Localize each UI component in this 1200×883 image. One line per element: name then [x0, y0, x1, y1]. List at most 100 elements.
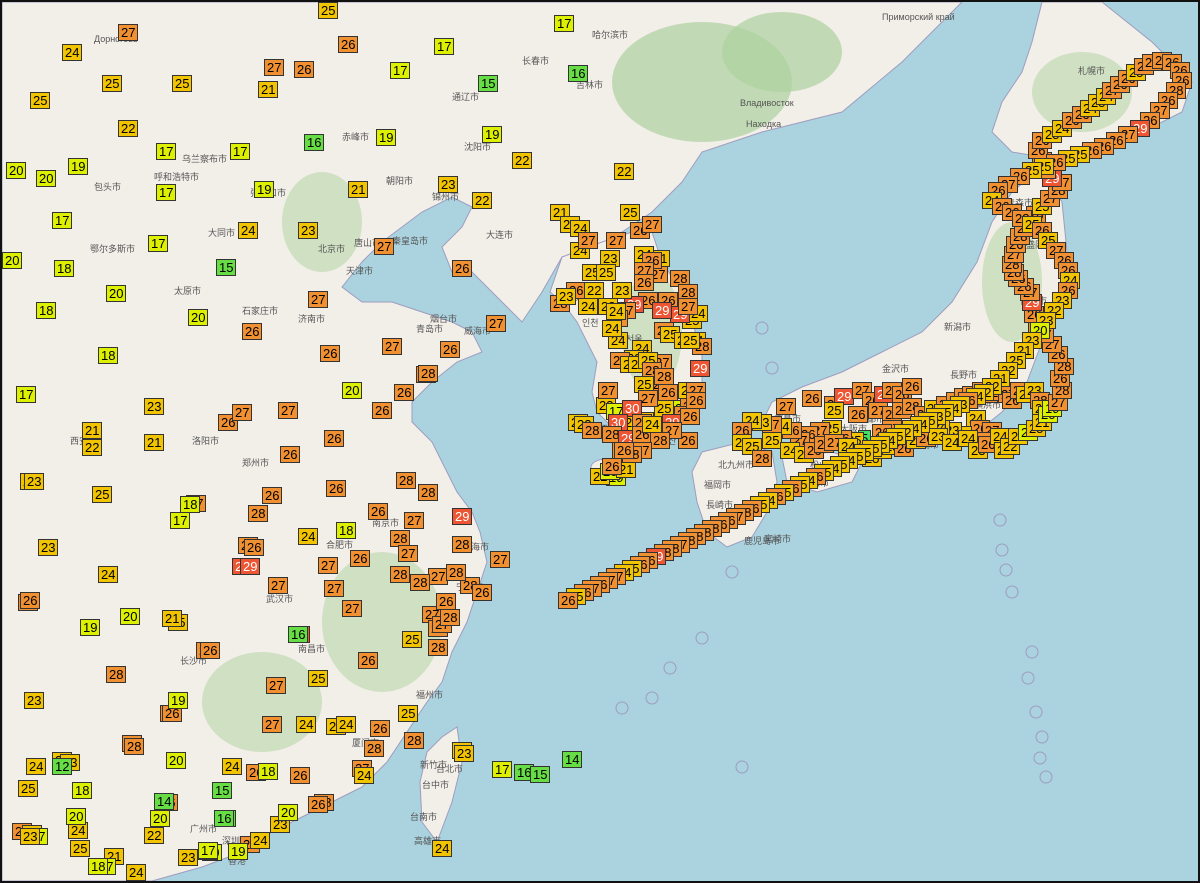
temperature-marker[interactable]: 17: [434, 38, 455, 55]
temperature-marker[interactable]: 19: [80, 619, 101, 636]
temperature-marker[interactable]: 27: [606, 232, 627, 249]
temperature-marker[interactable]: 27: [398, 545, 419, 562]
temperature-marker[interactable]: 24: [126, 864, 147, 881]
temperature-marker[interactable]: 25: [30, 92, 51, 109]
temperature-marker[interactable]: 21: [82, 422, 103, 439]
temperature-marker[interactable]: 26: [372, 402, 393, 419]
temperature-marker[interactable]: 26: [338, 36, 359, 53]
temperature-marker[interactable]: 28: [396, 472, 417, 489]
temperature-marker[interactable]: 23: [38, 539, 59, 556]
temperature-marker[interactable]: 19: [68, 158, 89, 175]
temperature-marker[interactable]: 27: [264, 59, 285, 76]
temperature-marker[interactable]: 26: [802, 390, 823, 407]
temperature-marker[interactable]: 27: [308, 291, 329, 308]
temperature-marker[interactable]: 25: [402, 631, 423, 648]
temperature-marker[interactable]: 26: [326, 480, 347, 497]
temperature-marker[interactable]: 24: [578, 298, 599, 315]
temperature-marker[interactable]: 27: [382, 338, 403, 355]
temperature-marker[interactable]: 20: [66, 808, 87, 825]
temperature-marker[interactable]: 20: [2, 252, 23, 269]
temperature-marker[interactable]: 27: [642, 216, 663, 233]
temperature-marker[interactable]: 28: [650, 432, 671, 449]
temperature-marker[interactable]: 15: [478, 75, 499, 92]
temperature-marker[interactable]: 23: [144, 398, 165, 415]
temperature-marker[interactable]: 26: [394, 384, 415, 401]
temperature-marker[interactable]: 24: [296, 716, 317, 733]
temperature-marker[interactable]: 29: [690, 360, 711, 377]
temperature-marker[interactable]: 27: [578, 232, 599, 249]
temperature-marker[interactable]: 28: [752, 450, 773, 467]
temperature-marker[interactable]: 27: [342, 600, 363, 617]
temperature-marker[interactable]: 29: [652, 302, 673, 319]
temperature-marker[interactable]: 15: [530, 766, 551, 783]
temperature-marker[interactable]: 27: [324, 580, 345, 597]
temperature-marker[interactable]: 17: [16, 386, 37, 403]
temperature-marker[interactable]: 28: [446, 564, 467, 581]
temperature-marker[interactable]: 26: [320, 345, 341, 362]
temperature-marker[interactable]: 20: [120, 608, 141, 625]
temperature-marker[interactable]: 26: [558, 592, 579, 609]
temperature-marker[interactable]: 28: [404, 732, 425, 749]
temperature-marker[interactable]: 17: [156, 143, 177, 160]
temperature-marker[interactable]: 25: [308, 670, 329, 687]
temperature-marker[interactable]: 22: [512, 152, 533, 169]
temperature-marker[interactable]: 24: [98, 566, 119, 583]
temperature-marker[interactable]: 19: [376, 129, 397, 146]
temperature-marker[interactable]: 27: [374, 238, 395, 255]
temperature-marker[interactable]: 28: [452, 536, 473, 553]
temperature-marker[interactable]: 22: [82, 439, 103, 456]
temperature-marker[interactable]: 27: [266, 677, 287, 694]
temperature-marker[interactable]: 22: [614, 163, 635, 180]
temperature-marker[interactable]: 28: [390, 566, 411, 583]
temperature-marker[interactable]: 21: [144, 434, 165, 451]
temperature-marker[interactable]: 27: [278, 402, 299, 419]
temperature-marker[interactable]: 28: [106, 666, 127, 683]
temperature-marker[interactable]: 24: [62, 44, 83, 61]
temperature-marker[interactable]: 23: [24, 473, 45, 490]
temperature-marker[interactable]: 26: [658, 384, 679, 401]
temperature-marker[interactable]: 25: [398, 705, 419, 722]
temperature-marker[interactable]: 25: [596, 264, 617, 281]
weather-map[interactable]: Дорноговь乌兰察布市呼和浩特市包头市鄂尔多斯市大同市张家口市北京市天津市…: [0, 0, 1200, 883]
temperature-marker[interactable]: 28: [248, 505, 269, 522]
temperature-marker[interactable]: 25: [318, 2, 339, 19]
temperature-marker[interactable]: 23: [612, 282, 633, 299]
temperature-marker[interactable]: 14: [154, 793, 175, 810]
temperature-marker[interactable]: 27: [598, 382, 619, 399]
temperature-marker[interactable]: 28: [654, 368, 675, 385]
temperature-marker[interactable]: 24: [354, 767, 375, 784]
temperature-marker[interactable]: 23: [438, 176, 459, 193]
temperature-marker[interactable]: 26: [244, 539, 265, 556]
temperature-marker[interactable]: 26: [290, 767, 311, 784]
temperature-marker[interactable]: 24: [222, 758, 243, 775]
temperature-marker[interactable]: 20: [150, 810, 171, 827]
temperature-marker[interactable]: 27: [118, 24, 139, 41]
temperature-marker[interactable]: 18: [88, 858, 109, 875]
temperature-marker[interactable]: 26: [20, 592, 41, 609]
temperature-marker[interactable]: 17: [156, 184, 177, 201]
temperature-marker[interactable]: 17: [52, 212, 73, 229]
temperature-marker[interactable]: 27: [318, 557, 339, 574]
temperature-marker[interactable]: 22: [144, 827, 165, 844]
temperature-marker[interactable]: 17: [492, 761, 513, 778]
temperature-marker[interactable]: 25: [18, 780, 39, 797]
temperature-marker[interactable]: 29: [452, 508, 473, 525]
temperature-marker[interactable]: 21: [348, 181, 369, 198]
temperature-marker[interactable]: 23: [556, 288, 577, 305]
temperature-marker[interactable]: 27: [490, 551, 511, 568]
temperature-marker[interactable]: 26: [614, 442, 635, 459]
temperature-marker[interactable]: 17: [230, 143, 251, 160]
temperature-marker[interactable]: 24: [238, 222, 259, 239]
temperature-marker[interactable]: 25: [172, 75, 193, 92]
temperature-marker[interactable]: 26: [370, 720, 391, 737]
temperature-marker[interactable]: 17: [554, 15, 575, 32]
temperature-marker[interactable]: 25: [680, 332, 701, 349]
temperature-marker[interactable]: 15: [216, 259, 237, 276]
temperature-marker[interactable]: 26: [680, 408, 701, 425]
temperature-marker[interactable]: 20: [36, 170, 57, 187]
temperature-marker[interactable]: 19: [482, 126, 503, 143]
temperature-marker[interactable]: 18: [336, 522, 357, 539]
temperature-marker[interactable]: 27: [678, 298, 699, 315]
temperature-marker[interactable]: 25: [620, 204, 641, 221]
temperature-marker[interactable]: 18: [98, 347, 119, 364]
